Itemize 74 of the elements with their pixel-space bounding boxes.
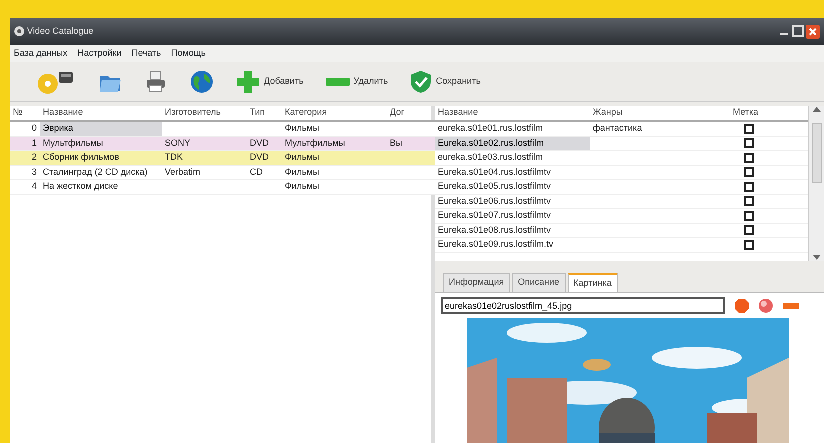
checkbox[interactable]: [744, 240, 754, 250]
checkbox[interactable]: [744, 138, 754, 148]
column-header[interactable]: Метка: [730, 106, 768, 121]
checkbox[interactable]: [744, 167, 754, 178]
table-cell: SONY: [165, 138, 191, 148]
column-header[interactable]: Название: [435, 106, 590, 121]
plus-icon: [236, 70, 260, 94]
table-cell: Сборник фильмов: [43, 152, 120, 162]
file-name[interactable]: Eureka.s01e08.rus.lostfilmtv: [438, 224, 552, 234]
table-cell: Мультфильмы: [43, 138, 104, 148]
table-row[interactable]: 2 Сборник фильмов TDK DVD Фильмы: [10, 150, 435, 165]
minus-icon[interactable]: [783, 302, 799, 310]
scroll-down-icon[interactable]: [812, 254, 820, 260]
table-cell: Мультфильмы: [285, 138, 346, 148]
table-cell: Вы: [390, 138, 402, 148]
scroll-up-icon[interactable]: [812, 106, 820, 112]
tab[interactable]: Картинка: [568, 272, 618, 292]
file-name[interactable]: Eureka.s01e05.rus.lostfilmtv: [438, 181, 552, 191]
file-name[interactable]: Eureka.s01e07.rus.lostfilmtv: [438, 210, 552, 220]
checkbox[interactable]: [744, 225, 754, 236]
printer-icon[interactable]: [144, 70, 168, 94]
checkbox[interactable]: [744, 182, 754, 192]
menu-item[interactable]: База данных: [14, 46, 68, 60]
table-cell: На жестком диске: [43, 181, 118, 191]
toolbar-button[interactable]: Добавить: [236, 70, 304, 94]
table-cell: 4: [32, 181, 37, 191]
table-row[interactable]: 4 На жестком диске Фильмы: [10, 180, 435, 194]
table-cell: Сталинград (2 CD диска): [43, 166, 148, 176]
file-name[interactable]: Eureka.s01e09.rus.lostfilm.tv: [438, 239, 554, 249]
table-cell: Фильмы: [285, 181, 320, 191]
menu-item[interactable]: Печать: [132, 46, 162, 60]
table-cell: Фильмы: [285, 123, 320, 133]
scrollbar-thumb[interactable]: [812, 123, 822, 184]
window-title: Video Catalogue: [27, 24, 94, 38]
table-cell: DVD: [250, 152, 270, 162]
table-row[interactable]: 3 Сталинград (2 CD диска) Verbatim CD Фильмы: [10, 165, 435, 180]
table-row[interactable]: 1 Мультфильмы SONY DVD Мультфильмы Вы: [10, 136, 435, 150]
file-name[interactable]: eureka.s01e03.rus.lostfilm: [438, 152, 544, 162]
toolbar-button[interactable]: Удалить: [326, 74, 388, 88]
menu-item[interactable]: Помощь: [171, 46, 206, 60]
table-cell: TDK: [165, 152, 183, 162]
checkbox[interactable]: [744, 196, 754, 206]
file-name[interactable]: eureka.s01e01.rus.lostfilm: [438, 123, 544, 133]
table-cell: Фильмы: [285, 166, 320, 176]
file-name[interactable]: Eureka.s01e06.rus.lostfilmtv: [438, 196, 552, 206]
globe-icon[interactable]: [190, 70, 214, 94]
table-cell: DVD: [250, 138, 270, 148]
stop-icon[interactable]: [735, 298, 749, 312]
table-cell: 1: [32, 138, 37, 148]
file-name-field[interactable]: eurekas01e02ruslostfilm_45.jpg: [441, 297, 725, 314]
table-row[interactable]: 0 Эврика Фильмы: [10, 121, 435, 136]
table-cell: Verbatim: [165, 166, 201, 176]
maximize-icon[interactable]: [792, 24, 804, 36]
tab[interactable]: Информация: [443, 272, 510, 292]
shield-icon: [410, 70, 432, 94]
close-icon[interactable]: [806, 24, 820, 38]
toolbar-button[interactable]: Сохранить: [410, 70, 481, 94]
table-cell: Фильмы: [285, 152, 320, 162]
menu-item[interactable]: Настройки: [78, 46, 122, 60]
column-header[interactable]: Жанры: [590, 106, 730, 121]
minus-icon: [326, 76, 350, 86]
checkbox[interactable]: [744, 152, 754, 163]
checkbox[interactable]: [744, 210, 754, 221]
table-cell: 0: [32, 123, 37, 133]
table-cell: 2: [32, 152, 37, 162]
genre-text: фантастика: [593, 123, 642, 133]
tab[interactable]: Описание: [512, 272, 566, 292]
ball-icon[interactable]: [759, 298, 773, 312]
table-cell: CD: [250, 166, 263, 176]
table-cell: Эврика: [43, 123, 74, 133]
file-name[interactable]: Eureka.s01e04.rus.lostfilmtv: [438, 166, 552, 176]
table-cell: 3: [32, 166, 37, 176]
app-icon: [14, 26, 25, 37]
checkbox[interactable]: [744, 124, 754, 134]
